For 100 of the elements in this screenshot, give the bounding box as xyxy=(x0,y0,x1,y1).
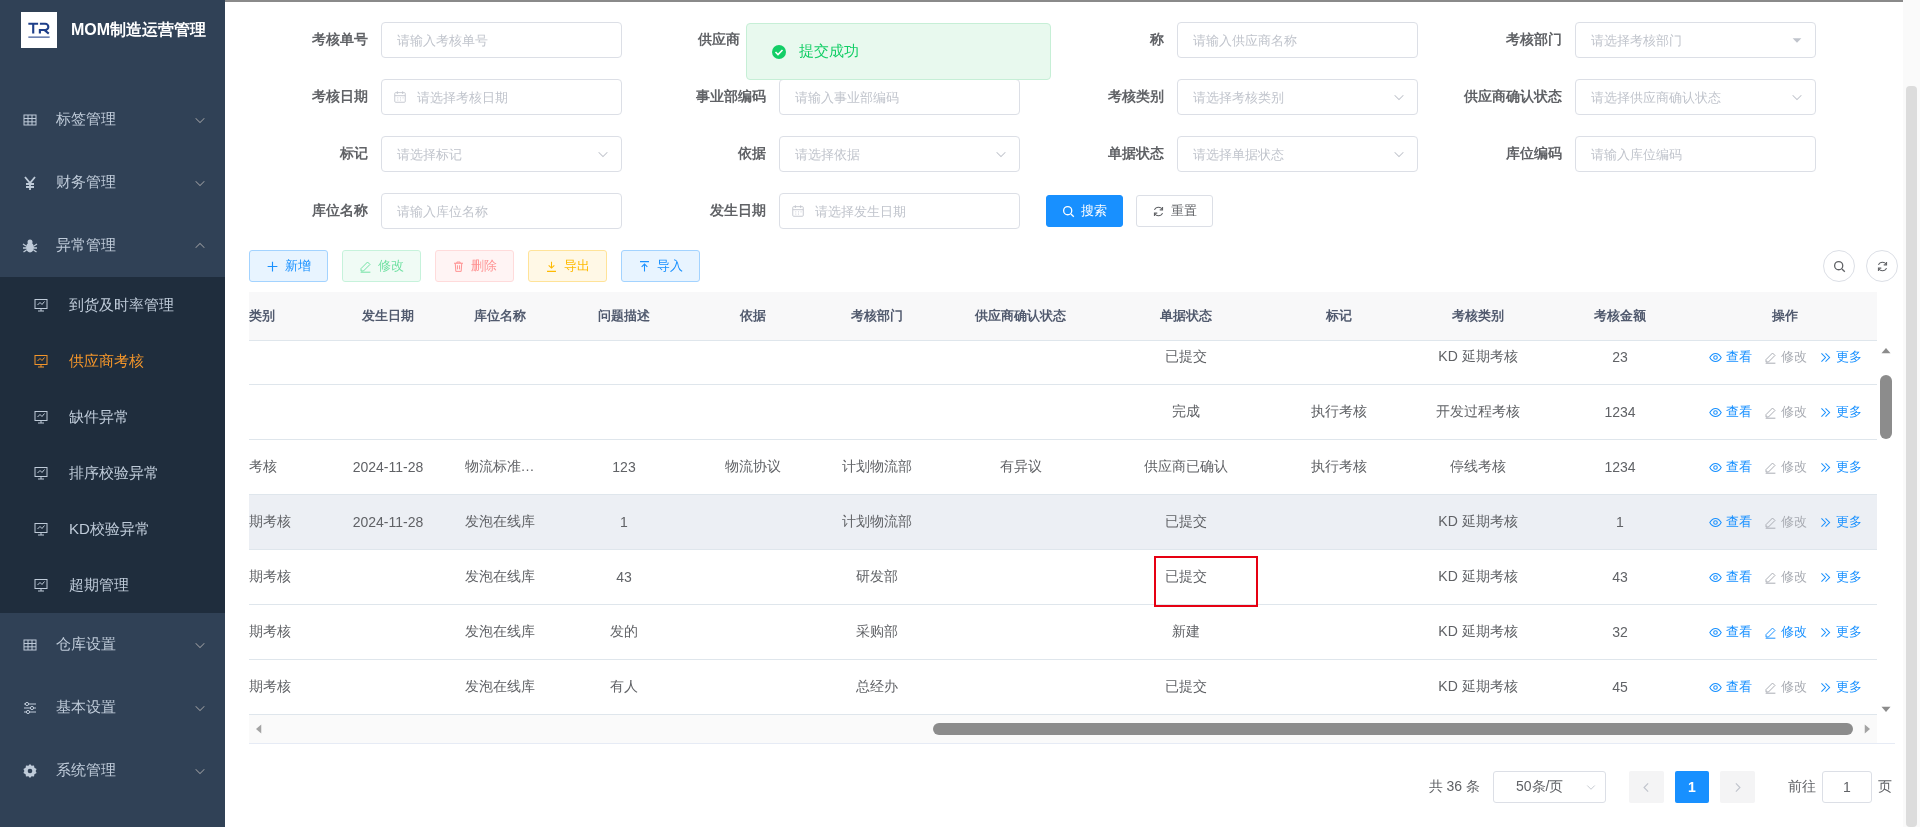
input-field[interactable]: 请输入库位名称 xyxy=(381,193,622,229)
table-cell: 物流协议 xyxy=(724,458,781,476)
field-label: 供应商 xyxy=(697,31,740,49)
input-field[interactable]: 请输入事业部编码 xyxy=(779,79,1020,115)
menu-label: 系统管理 xyxy=(56,761,117,780)
input-field[interactable]: 请输入考核单号 xyxy=(381,22,622,58)
more-link[interactable]: 更多 xyxy=(1818,568,1862,586)
more-link[interactable]: 更多 xyxy=(1818,513,1862,531)
plus-icon xyxy=(266,259,279,273)
submenu-item[interactable]: 缺件异常 xyxy=(0,389,225,445)
submenu-item[interactable]: 排序校验异常 xyxy=(0,445,225,501)
view-link[interactable]: 查看 xyxy=(1708,458,1752,476)
table-cell: 发泡在线库 xyxy=(464,568,535,586)
sidebar-item[interactable]: 标签管理 xyxy=(0,88,225,151)
table-cell: 供应商已确认 xyxy=(1144,458,1228,476)
table-cell: 43 xyxy=(1612,569,1628,585)
table-cell: 1234 xyxy=(1604,459,1636,475)
bug-icon xyxy=(22,237,38,254)
sidebar-item[interactable]: 财务管理 xyxy=(0,151,225,214)
view-link[interactable]: 查看 xyxy=(1708,568,1752,586)
pencil-icon xyxy=(1763,680,1777,694)
scrollbar-thumb[interactable] xyxy=(933,723,1853,735)
column-header: 发生日期 xyxy=(362,307,414,325)
app-title: MOM制造运营管理 xyxy=(71,19,207,40)
select-field[interactable]: 请选择供应商确认状态 xyxy=(1575,79,1816,115)
view-link[interactable]: 查看 xyxy=(1708,348,1752,366)
scrollbar-thumb[interactable] xyxy=(1880,375,1892,439)
table-row[interactable]: 期考核 发泡在线库 发的 采购部 新建 KD 延期考核 32 查看 修改 更多 xyxy=(249,605,1877,660)
eye-icon xyxy=(1708,570,1722,584)
table-cell: 计划物流部 xyxy=(841,458,912,476)
submenu-item[interactable]: KD校验异常 xyxy=(0,501,225,557)
more-link[interactable]: 更多 xyxy=(1818,403,1862,421)
field-label: 标记 xyxy=(339,145,368,163)
sidebar-item[interactable]: 异常管理 xyxy=(0,214,225,277)
sidebar-item[interactable]: 基本设置 xyxy=(0,676,225,739)
scrollbar-thumb[interactable] xyxy=(1906,86,1917,827)
table-cell: 1 xyxy=(1616,514,1624,530)
sidebar-item[interactable]: 系统管理 xyxy=(0,739,225,802)
column-header: 操作 xyxy=(1772,307,1798,325)
table-cell: 23 xyxy=(1612,349,1628,365)
search-button[interactable]: 搜索 xyxy=(1046,195,1123,227)
monitor-icon xyxy=(33,465,49,481)
view-link[interactable]: 查看 xyxy=(1708,403,1752,421)
input-field[interactable]: 请输入库位编码 xyxy=(1575,136,1816,172)
eye-icon xyxy=(1708,515,1722,529)
view-link[interactable]: 查看 xyxy=(1708,678,1752,696)
more-link[interactable]: 更多 xyxy=(1818,678,1862,696)
table-cell: 研发部 xyxy=(855,568,898,586)
select-field[interactable]: 请选择考核类别 xyxy=(1177,79,1418,115)
table-cell: 期考核 xyxy=(249,513,291,531)
menu-label: 仓库设置 xyxy=(56,635,117,654)
horizontal-scrollbar[interactable] xyxy=(249,715,1877,743)
table-cell: 已提交 xyxy=(1165,513,1207,531)
eye-icon xyxy=(1708,350,1722,364)
page-size-select[interactable]: 50条/页 xyxy=(1493,771,1606,803)
view-link[interactable]: 查看 xyxy=(1708,623,1752,641)
select-field[interactable]: 请选择单据状态 xyxy=(1177,136,1418,172)
edit-link[interactable]: 修改 xyxy=(1763,623,1807,641)
submenu-item[interactable]: 供应商考核 xyxy=(0,333,225,389)
check-circle-icon xyxy=(771,43,787,60)
eye-icon xyxy=(1708,405,1722,419)
eye-icon xyxy=(1708,460,1722,474)
double-chevron-icon xyxy=(1818,460,1832,474)
select-field[interactable]: 请选择依据 xyxy=(779,136,1020,172)
download-icon xyxy=(545,259,558,273)
view-link[interactable]: 查看 xyxy=(1708,513,1752,531)
sidebar-item[interactable]: 仓库设置 xyxy=(0,613,225,676)
date-field[interactable]: 请选择发生日期 xyxy=(779,193,1020,229)
table-cell: 有异议 xyxy=(999,458,1042,476)
search-icon xyxy=(1832,259,1846,273)
table-cell: 完成 xyxy=(1172,403,1200,421)
field-label: 称 xyxy=(1148,31,1164,49)
menu-label: 基本设置 xyxy=(56,698,117,717)
menu-label: 到货及时率管理 xyxy=(69,295,174,315)
reset-button[interactable]: 重置 xyxy=(1136,195,1213,227)
gear-icon xyxy=(22,762,38,779)
table-cell: 1 xyxy=(620,514,628,530)
double-chevron-icon xyxy=(1818,680,1832,694)
menu-label: 异常管理 xyxy=(56,236,117,255)
input-field[interactable]: 请输入供应商名称 xyxy=(1177,22,1418,58)
submenu-item[interactable]: 超期管理 xyxy=(0,557,225,613)
page-input[interactable]: 1 xyxy=(1822,771,1872,803)
more-link[interactable]: 更多 xyxy=(1818,458,1862,476)
import-button[interactable]: 导入 xyxy=(621,250,700,282)
date-field[interactable]: 请选择考核日期 xyxy=(381,79,622,115)
logo-icon xyxy=(21,12,57,48)
column-header: 依据 xyxy=(739,307,766,325)
select-field[interactable]: 请选择标记 xyxy=(381,136,622,172)
field-label: 依据 xyxy=(737,145,766,163)
refresh-button[interactable] xyxy=(1866,250,1898,282)
more-link[interactable]: 更多 xyxy=(1818,623,1862,641)
double-chevron-icon xyxy=(1818,405,1832,419)
table-cell: 执行考核 xyxy=(1311,403,1367,421)
monitor-icon xyxy=(33,409,49,425)
search-toggle-button[interactable] xyxy=(1823,250,1855,282)
submenu-item[interactable]: 到货及时率管理 xyxy=(0,277,225,333)
more-link[interactable]: 更多 xyxy=(1818,348,1862,366)
page-number[interactable]: 1 xyxy=(1675,771,1709,803)
refresh-icon xyxy=(1152,204,1165,218)
add-button[interactable]: 新增 xyxy=(249,250,328,282)
